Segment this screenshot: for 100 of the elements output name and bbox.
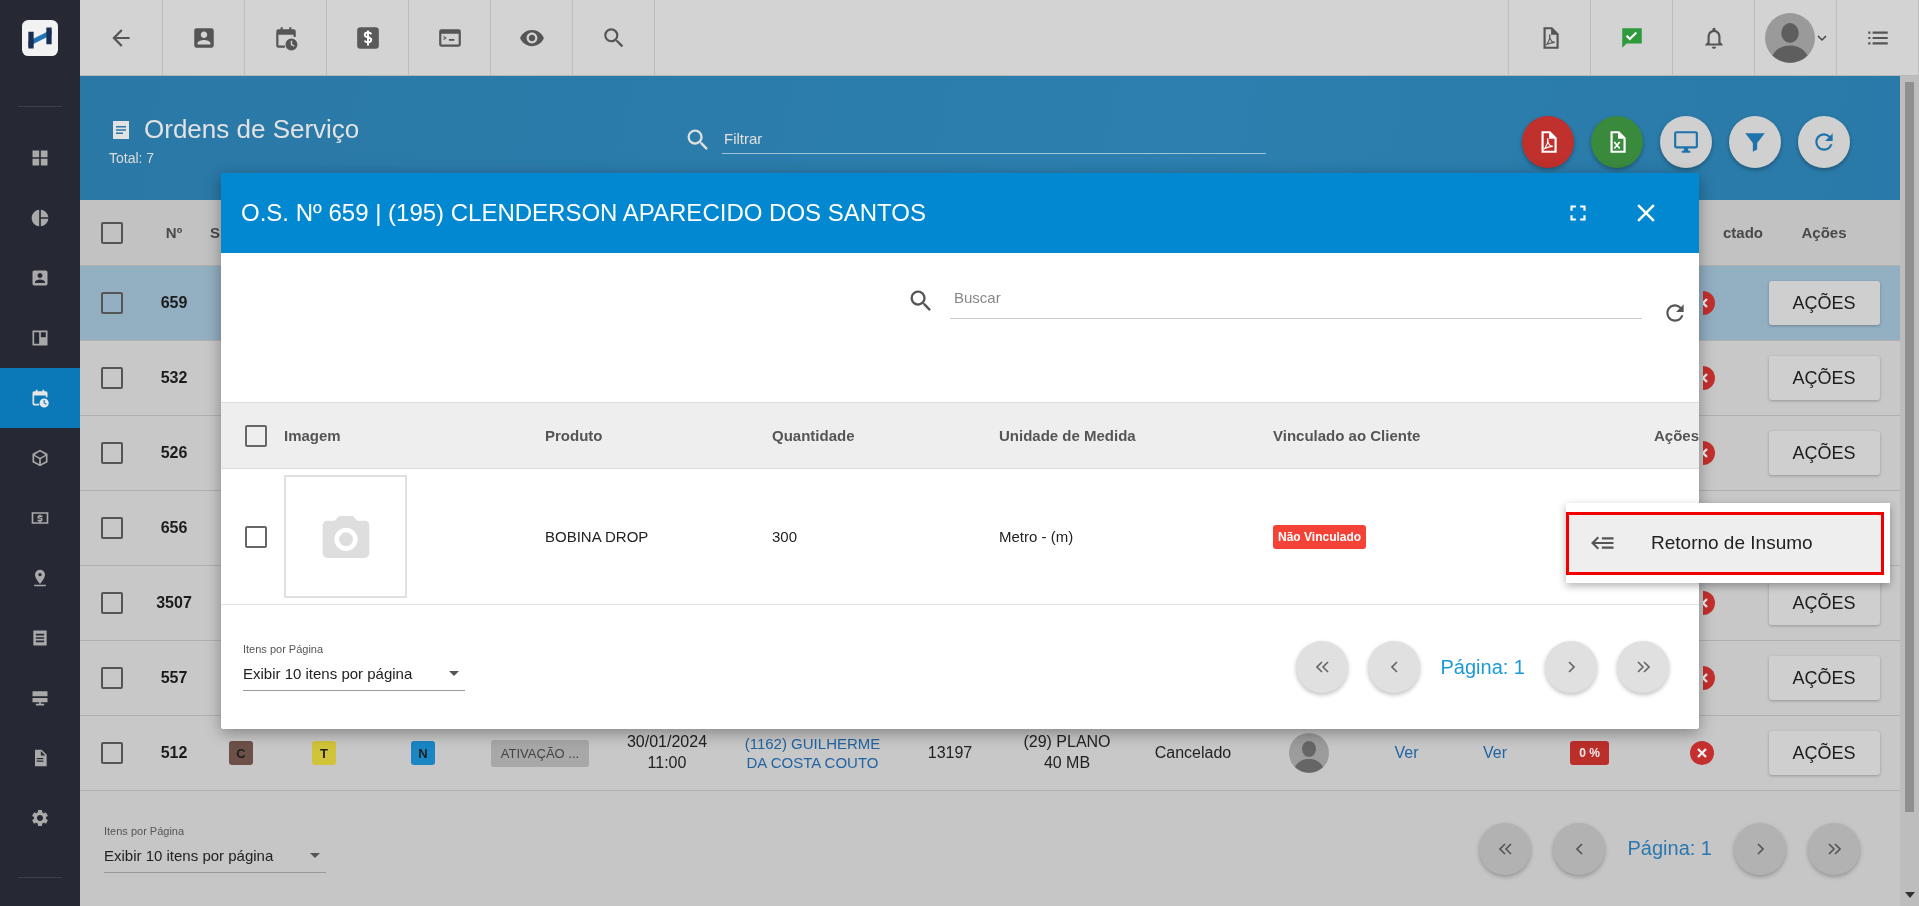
chevron-left-icon — [1576, 842, 1583, 855]
column-header: Ações — [1801, 224, 1847, 241]
settings-icon — [30, 808, 50, 828]
table-cell: 659 — [160, 294, 188, 312]
checkbox[interactable] — [101, 367, 123, 389]
double-chevron-left-icon — [1499, 842, 1512, 855]
column-header: Unidade de Medida — [999, 427, 1136, 444]
column-header: S — [210, 224, 220, 241]
double-chevron-left-icon — [1316, 661, 1329, 673]
table-cell: 300 — [772, 528, 798, 545]
table-cell: 557 — [160, 669, 188, 687]
progress-badge: 0 % — [1570, 741, 1609, 765]
excel-export-button[interactable] — [1591, 116, 1643, 168]
board-icon — [30, 328, 50, 348]
actions-button[interactable]: AÇÕES — [1768, 731, 1880, 775]
table-cell: 656 — [160, 519, 188, 537]
scroll-down-icon[interactable] — [1904, 892, 1915, 898]
actions-button[interactable]: AÇÕES — [1768, 281, 1880, 325]
column-header: Nº — [165, 224, 183, 241]
checkbox[interactable] — [101, 667, 123, 689]
calendar-clock-icon — [30, 388, 50, 408]
actions-button[interactable]: AÇÕES — [1768, 656, 1880, 700]
status-tag: N — [411, 741, 435, 765]
user-avatar-icon — [1289, 733, 1329, 773]
refresh-button[interactable] — [1798, 116, 1850, 168]
table-cell: 3507 — [156, 594, 192, 612]
cancel-icon — [1703, 291, 1715, 315]
checkbox[interactable] — [101, 517, 123, 539]
actions-button[interactable]: AÇÕES — [1768, 356, 1880, 400]
dropdown-caret-icon — [310, 852, 320, 858]
actions-button[interactable]: AÇÕES — [1768, 431, 1880, 475]
table-cell: 532 — [160, 369, 188, 387]
table-cell-text: 30/01/2024 11:00 — [626, 732, 708, 773]
view-link[interactable]: Ver — [1483, 742, 1507, 764]
dollar-icon[interactable] — [354, 24, 381, 51]
checkbox[interactable] — [101, 442, 123, 464]
app-logo-icon[interactable] — [22, 20, 58, 56]
double-chevron-right-icon — [1636, 661, 1650, 673]
sidebar-item[interactable] — [0, 368, 80, 428]
dialog-title: O.S. Nº 659 | (195) CLENDERSON APARECIDO DOS SANTOS — [241, 199, 927, 227]
checkbox[interactable] — [244, 424, 267, 447]
per-page-select[interactable]: Exibir 10 itens por página — [243, 659, 465, 691]
contact-card-icon — [30, 268, 50, 288]
status-tag: C — [229, 741, 253, 765]
cancel-icon — [1690, 741, 1714, 765]
cancel-icon — [1703, 441, 1715, 465]
cancel-icon — [1703, 591, 1715, 615]
page-title: Ordens de Serviço — [144, 114, 360, 145]
client-link[interactable]: (1162) GUILHERME DA COSTA COUTO — [732, 733, 893, 773]
column-header: Ações — [1653, 427, 1699, 444]
first-page-button[interactable] — [1296, 641, 1349, 693]
page-indicator: Página: 1 — [1627, 837, 1712, 860]
chevron-right-icon — [1567, 661, 1575, 673]
dropdown-caret-icon — [449, 671, 459, 676]
table-cell-text: (29) PLANO 40 MB — [1022, 732, 1112, 773]
filter-button[interactable] — [1729, 116, 1781, 168]
double-chevron-right-icon — [1827, 842, 1841, 855]
link-status-badge: Não Vinculado — [1273, 524, 1367, 549]
actions-button[interactable]: AÇÕES — [1768, 581, 1880, 625]
chevron-right-icon — [1756, 842, 1764, 855]
cancel-icon — [1703, 666, 1715, 690]
pdf-export-button[interactable] — [1522, 116, 1574, 168]
column-header: Imagem — [284, 427, 341, 444]
table-cell-text: 13197 — [927, 742, 973, 763]
checkbox[interactable] — [101, 221, 123, 244]
caret-icon[interactable] — [1816, 32, 1827, 43]
server-icon — [30, 688, 50, 708]
last-page-button[interactable] — [1617, 641, 1669, 693]
total-count: Total: 7 — [109, 150, 156, 166]
monitor-icon — [1673, 129, 1699, 155]
field-label: Itens por Página — [243, 643, 325, 655]
table-cell: 512 — [160, 744, 188, 762]
filter-field[interactable]: Filtrar — [722, 126, 1266, 154]
column-header: Produto — [545, 427, 603, 444]
per-page-select[interactable]: Exibir 10 itens por página — [104, 840, 326, 873]
monitor-button[interactable] — [1660, 116, 1712, 168]
table-cell: BOBINA DROP — [545, 528, 649, 545]
pie-chart-icon — [30, 208, 50, 228]
menu-item[interactable]: Retorno de Insumo — [1566, 511, 1884, 575]
view-link[interactable]: Ver — [1394, 742, 1419, 764]
page-indicator: Página: 1 — [1440, 655, 1525, 679]
checkbox[interactable] — [101, 592, 123, 614]
checkbox[interactable] — [101, 742, 123, 764]
cube-icon — [30, 448, 50, 468]
status-tag: T — [312, 741, 336, 765]
column-header: ctado — [1723, 224, 1763, 241]
list-icon — [30, 628, 50, 648]
scrollbar-thumb[interactable] — [1905, 82, 1914, 812]
table-cell: 526 — [160, 444, 188, 462]
table-cell-text: Cancelado — [1154, 742, 1232, 763]
checkbox[interactable] — [244, 525, 267, 548]
checkbox[interactable] — [101, 292, 123, 314]
chevron-left-icon — [1391, 661, 1398, 673]
user-avatar-icon[interactable] — [1764, 12, 1815, 63]
field-label: Itens por Página — [104, 824, 186, 837]
grid-icon — [30, 148, 50, 168]
column-header: Quantidade — [772, 427, 855, 444]
scrollbar[interactable] — [1900, 76, 1919, 906]
status-chip: ATIVAÇÃO ... — [490, 739, 590, 767]
cancel-icon — [1703, 366, 1715, 390]
